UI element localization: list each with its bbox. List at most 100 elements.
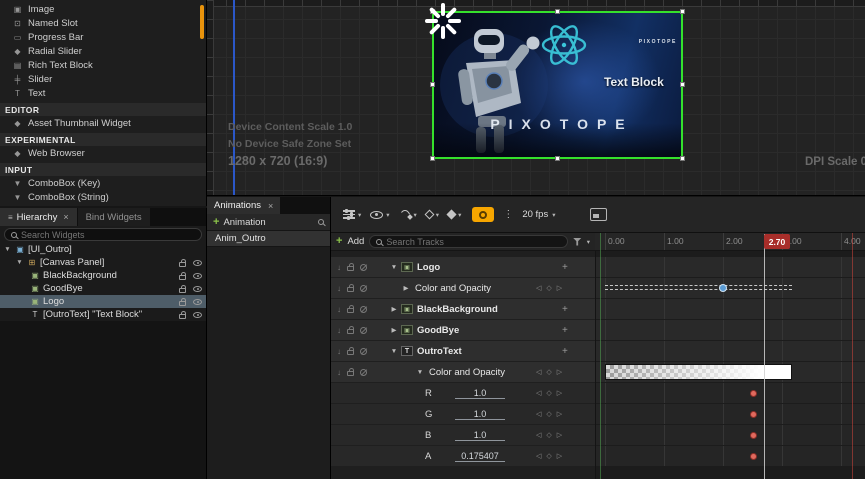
add-section-icon[interactable]: +: [562, 325, 568, 336]
channel-row[interactable]: B 1.0 ◁ ◇ ▷: [331, 425, 595, 445]
add-key-icon[interactable]: ◇: [546, 389, 551, 397]
tree-row[interactable]: ▣ GoodBye: [0, 282, 206, 295]
visibility-eye-icon[interactable]: [193, 299, 202, 305]
tab-bind-widgets[interactable]: Bind Widgets: [78, 208, 150, 226]
tree-row[interactable]: ▼ ▣ [UI_Outro]: [0, 243, 206, 256]
palette-section-header[interactable]: EDITOR: [0, 103, 206, 116]
mute-icon[interactable]: [360, 348, 367, 355]
prev-key-icon[interactable]: ◁: [536, 389, 541, 397]
track-row[interactable]: ↓ ▶ Color and Opacity ◁ ◇ ▷: [331, 278, 595, 298]
selected-canvas-widget[interactable]: PIXOTOPE Text Block PIXOTOPE: [432, 11, 683, 159]
close-icon[interactable]: ×: [268, 201, 273, 211]
fps-dropdown[interactable]: 20 fps ▾: [522, 209, 555, 220]
expander-icon[interactable]: ▶: [389, 305, 399, 313]
trim-arrow-icon[interactable]: ↓: [337, 368, 341, 377]
palette-item[interactable]: ▭ Progress Bar: [0, 30, 206, 44]
lock-icon[interactable]: [347, 287, 354, 292]
lock-icon[interactable]: [179, 288, 186, 293]
palette-section-header[interactable]: EXPERIMENTAL: [0, 133, 206, 146]
timeline-lane[interactable]: [595, 299, 865, 319]
channel-value[interactable]: 1.0: [455, 409, 505, 420]
keyframe-dot[interactable]: [750, 432, 757, 439]
search-widgets-box[interactable]: [4, 228, 202, 241]
resize-handle[interactable]: [680, 9, 685, 14]
search-tracks-input[interactable]: [386, 237, 560, 247]
timeline-lane[interactable]: [595, 446, 865, 466]
expander-icon[interactable]: ▼: [15, 259, 24, 266]
resize-handle[interactable]: [430, 82, 435, 87]
palette-scrollbar[interactable]: [200, 5, 204, 39]
keyframe-dot[interactable]: [750, 453, 757, 460]
mute-icon[interactable]: [360, 306, 367, 313]
expander-icon[interactable]: ▼: [3, 246, 12, 253]
track-row[interactable]: ↓ ▶ ▣ GoodBye +: [331, 320, 595, 340]
palette-item[interactable]: ▣ Image: [0, 2, 206, 16]
next-key-icon[interactable]: ▷: [557, 452, 562, 460]
timeline-lane[interactable]: [595, 425, 865, 445]
auto-key-toggle[interactable]: [472, 207, 494, 222]
trim-arrow-icon[interactable]: ↓: [337, 305, 341, 314]
timeline-lane[interactable]: [595, 404, 865, 424]
expander-icon[interactable]: ▼: [415, 369, 425, 376]
animation-clip-item[interactable]: Anim_Outro: [207, 231, 330, 247]
add-key-icon[interactable]: ◇: [546, 452, 551, 460]
lock-icon[interactable]: [179, 301, 186, 306]
resize-handle[interactable]: [555, 9, 560, 14]
keyframe-dot[interactable]: [750, 390, 757, 397]
playback-range-start[interactable]: [600, 233, 601, 479]
trim-arrow-icon[interactable]: ↓: [337, 326, 341, 335]
prev-key-icon[interactable]: ◁: [536, 431, 541, 439]
next-key-icon[interactable]: ▷: [557, 431, 562, 439]
channel-value[interactable]: 1.0: [455, 388, 505, 399]
lock-icon[interactable]: [347, 371, 354, 376]
search-tracks-box[interactable]: [369, 235, 567, 248]
track-row[interactable]: ↓ ▼ T OutroText +: [331, 341, 595, 361]
palette-item[interactable]: ◆ Web Browser: [0, 146, 206, 160]
keyframe-dot[interactable]: [750, 411, 757, 418]
lock-icon[interactable]: [347, 350, 354, 355]
palette-item[interactable]: ╪ Slider: [0, 72, 206, 86]
curve-editor-icon[interactable]: [590, 208, 607, 221]
sequencer-options-button[interactable]: ▾: [343, 210, 361, 219]
add-track-button[interactable]: Add: [347, 236, 364, 247]
key-all-button[interactable]: ▾: [448, 211, 461, 219]
channel-value[interactable]: 0.175407: [455, 451, 505, 462]
visibility-eye-icon[interactable]: [193, 312, 202, 318]
add-section-icon[interactable]: +: [562, 346, 568, 357]
add-section-icon[interactable]: +: [562, 304, 568, 315]
palette-item[interactable]: ◆ Asset Thumbnail Widget: [0, 116, 206, 130]
visibility-eye-icon[interactable]: [193, 260, 202, 266]
next-key-icon[interactable]: ▷: [557, 389, 562, 397]
playhead-line[interactable]: [764, 234, 765, 479]
expander-icon[interactable]: ▶: [389, 326, 399, 334]
visibility-eye-icon[interactable]: [193, 286, 202, 292]
tree-row[interactable]: ▼ ⊞ [Canvas Panel]: [0, 256, 206, 269]
keyframe-dot-selected[interactable]: [719, 284, 727, 292]
lock-icon[interactable]: [347, 266, 354, 271]
filter-icon[interactable]: [573, 238, 582, 246]
next-key-icon[interactable]: ▷: [557, 368, 562, 376]
add-key-icon[interactable]: ◇: [546, 431, 551, 439]
mute-icon[interactable]: [360, 285, 367, 292]
designer-viewport[interactable]: Device Content Scale 1.0 No Device Safe …: [207, 0, 865, 196]
palette-section-header[interactable]: INPUT: [0, 163, 206, 176]
track-row[interactable]: ↓ ▶ ▣ BlackBackground +: [331, 299, 595, 319]
channel-value[interactable]: 1.0: [455, 430, 505, 441]
tab-hierarchy[interactable]: ≡ Hierarchy ×: [0, 208, 77, 226]
track-row[interactable]: ↓ ▼ ▣ Logo +: [331, 257, 595, 277]
tree-row-selected[interactable]: ▣ Logo: [0, 295, 206, 308]
channel-row[interactable]: R 1.0 ◁ ◇ ▷: [331, 383, 595, 403]
tab-animations[interactable]: Animations ×: [207, 197, 280, 214]
expander-icon[interactable]: ▼: [389, 264, 399, 271]
prev-key-icon[interactable]: ◁: [536, 368, 541, 376]
timeline-lane[interactable]: [595, 383, 865, 403]
visibility-eye-icon[interactable]: [193, 273, 202, 279]
expander-icon[interactable]: ▼: [389, 348, 399, 355]
mute-icon[interactable]: [360, 264, 367, 271]
next-key-icon[interactable]: ▷: [557, 284, 562, 292]
playback-range-end[interactable]: [852, 233, 853, 479]
resize-handle[interactable]: [680, 82, 685, 87]
trim-arrow-icon[interactable]: ↓: [337, 263, 341, 272]
playhead-marker[interactable]: 2.70: [764, 234, 790, 249]
palette-item[interactable]: T Text: [0, 86, 206, 100]
